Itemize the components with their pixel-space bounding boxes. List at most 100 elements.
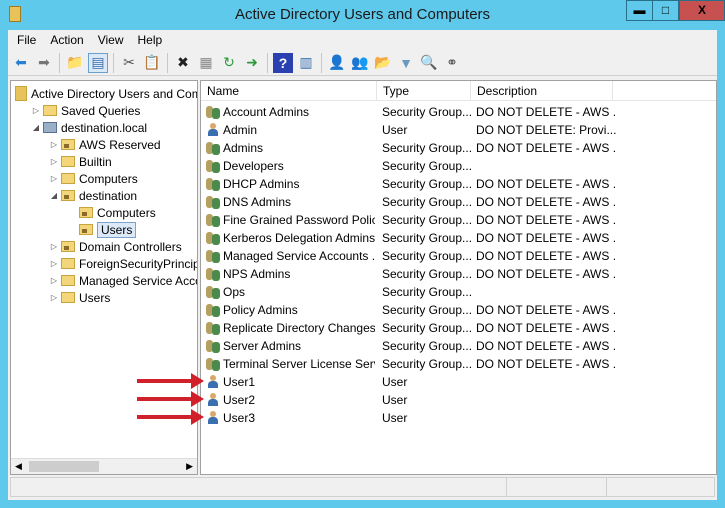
- list-item[interactable]: Admins Security Group... DO NOT DELETE -…: [201, 139, 716, 157]
- tree-node[interactable]: ◢ destination.local: [31, 119, 147, 136]
- item-type: Security Group...: [382, 177, 471, 191]
- help-icon[interactable]: ?: [273, 52, 293, 73]
- column-header-description[interactable]: Description: [471, 81, 613, 101]
- ou-icon: [61, 241, 75, 252]
- column-header-name[interactable]: Name: [201, 81, 377, 101]
- filter-icon[interactable]: ▼: [396, 53, 416, 73]
- expander-icon[interactable]: ▷: [49, 157, 59, 166]
- list-item[interactable]: DNS Admins Security Group... DO NOT DELE…: [201, 193, 716, 211]
- scroll-thumb[interactable]: [29, 461, 99, 472]
- list-item[interactable]: Kerberos Delegation Admins Security Grou…: [201, 229, 716, 247]
- tree-node[interactable]: ▷ Domain Controllers: [49, 238, 182, 255]
- item-name: User3: [223, 411, 256, 425]
- delete-icon[interactable]: ✖: [173, 53, 193, 73]
- properties-icon[interactable]: ▦: [196, 53, 216, 73]
- group-icon: [206, 141, 220, 155]
- scroll-right-icon[interactable]: ▶: [186, 461, 193, 472]
- item-description: DO NOT DELETE - AWS ...: [476, 195, 616, 209]
- tree-node-label: Domain Controllers: [79, 239, 182, 254]
- ou-icon: [61, 190, 75, 201]
- expander-icon[interactable]: ▷: [49, 242, 59, 251]
- list-item[interactable]: Policy Admins Security Group... DO NOT D…: [201, 301, 716, 319]
- root-icon: [15, 86, 27, 101]
- tree-node[interactable]: ▷ Computers: [49, 170, 138, 187]
- list-item[interactable]: NPS Admins Security Group... DO NOT DELE…: [201, 265, 716, 283]
- show-hide-tree-icon[interactable]: ▤: [88, 52, 108, 73]
- scroll-left-icon[interactable]: ◀: [15, 461, 22, 472]
- expander-icon[interactable]: ▷: [49, 259, 59, 268]
- list-item[interactable]: User3 User: [201, 409, 716, 427]
- folder-icon: [61, 156, 75, 167]
- list-item[interactable]: Fine Grained Password Polic... Security …: [201, 211, 716, 229]
- tree-node[interactable]: ▷ Managed Service Accoun: [49, 272, 197, 289]
- toolbar-separator: [113, 52, 114, 73]
- refresh-icon[interactable]: ↻: [219, 53, 239, 73]
- toolbar: ⬅ ➡ 📁 ▤ ✂ 📋 ✖ ▦ ↻ ➜? ▥ 👤 👥 📂 ▼ 🔍 ⚭: [8, 50, 717, 76]
- item-type: Security Group...: [382, 105, 471, 119]
- close-button[interactable]: X: [679, 0, 725, 21]
- list-item[interactable]: User1 User: [201, 373, 716, 391]
- new-group-icon[interactable]: 👥: [350, 53, 370, 73]
- window-body: File Action View Help ⬅ ➡ 📁 ▤ ✂ 📋 ✖ ▦ ↻ ➜? ▥ 👤 👥 📂 ▼ 🔍 ⚭…: [8, 30, 717, 500]
- ou-icon: [79, 224, 93, 235]
- menu-view[interactable]: View: [91, 33, 131, 47]
- expander-icon[interactable]: ▷: [49, 293, 59, 302]
- item-name: Fine Grained Password Polic...: [223, 213, 375, 227]
- list-item[interactable]: Managed Service Accounts ... Security Gr…: [201, 247, 716, 265]
- menu-file[interactable]: File: [10, 33, 43, 47]
- group-icon: [206, 159, 220, 173]
- item-name: DNS Admins: [223, 195, 292, 209]
- minimize-button[interactable]: ▬: [626, 0, 653, 21]
- list-item[interactable]: DHCP Admins Security Group... DO NOT DEL…: [201, 175, 716, 193]
- group-icon: [206, 213, 220, 227]
- tree-node[interactable]: ▷ Saved Queries: [31, 102, 140, 119]
- item-name: Managed Service Accounts ...: [223, 249, 375, 263]
- add-to-group-icon[interactable]: ⚭: [442, 53, 462, 73]
- expander-icon[interactable]: ◢: [31, 123, 41, 132]
- expander-icon[interactable]: ◢: [49, 191, 59, 200]
- forward-icon[interactable]: ➡: [34, 53, 54, 73]
- cut-icon[interactable]: ✂: [119, 53, 139, 73]
- group-icon: [206, 303, 220, 317]
- new-ou-icon[interactable]: 📂: [373, 53, 393, 73]
- list-item[interactable]: Admin User DO NOT DELETE: Provi...: [201, 121, 716, 139]
- up-folder-icon[interactable]: 📁: [65, 53, 85, 73]
- tree-horizontal-scrollbar[interactable]: ◀ ▶: [11, 458, 197, 474]
- menu-action[interactable]: Action: [43, 33, 90, 47]
- back-icon[interactable]: ⬅: [11, 53, 31, 73]
- menu-help[interactable]: Help: [131, 33, 170, 47]
- column-header-type[interactable]: Type: [377, 81, 471, 101]
- list-item[interactable]: Server Admins Security Group... DO NOT D…: [201, 337, 716, 355]
- expander-icon[interactable]: ▷: [49, 276, 59, 285]
- maximize-button[interactable]: □: [652, 0, 679, 21]
- list-item[interactable]: User2 User: [201, 391, 716, 409]
- tree-node[interactable]: Active Directory Users and Com: [13, 85, 197, 102]
- paste-icon[interactable]: 📋: [142, 53, 162, 73]
- list-item[interactable]: Ops Security Group...: [201, 283, 716, 301]
- tree-node[interactable]: ◢ destination: [49, 187, 137, 204]
- tree-node[interactable]: Computers: [67, 204, 156, 221]
- tree-node[interactable]: ▷ AWS Reserved: [49, 136, 161, 153]
- list-item[interactable]: Terminal Server License Serv... Security…: [201, 355, 716, 373]
- item-type: Security Group...: [382, 339, 471, 353]
- new-user-icon[interactable]: 👤: [327, 53, 347, 73]
- tree-node[interactable]: ▷ ForeignSecurityPrincipals: [49, 255, 197, 272]
- tree-node[interactable]: Users: [67, 221, 137, 238]
- action-pane-icon[interactable]: ▥: [296, 53, 316, 73]
- list-item[interactable]: Account Admins Security Group... DO NOT …: [201, 103, 716, 121]
- group-icon: [206, 321, 220, 335]
- item-type: Security Group...: [382, 195, 471, 209]
- export-icon[interactable]: ➜: [242, 53, 262, 73]
- item-type: User: [382, 123, 408, 137]
- expander-icon[interactable]: ▷: [49, 140, 59, 149]
- item-type: Security Group...: [382, 159, 471, 173]
- tree-node[interactable]: ▷ Builtin: [49, 153, 112, 170]
- expander-icon[interactable]: ▷: [49, 174, 59, 183]
- list-item[interactable]: Replicate Directory Changes ... Security…: [201, 319, 716, 337]
- find-icon[interactable]: 🔍: [419, 53, 439, 73]
- item-type: User: [382, 375, 408, 389]
- expander-icon[interactable]: ▷: [31, 106, 41, 115]
- list-item[interactable]: Developers Security Group...: [201, 157, 716, 175]
- group-icon: [206, 195, 220, 209]
- tree-node[interactable]: ▷ Users: [49, 289, 110, 306]
